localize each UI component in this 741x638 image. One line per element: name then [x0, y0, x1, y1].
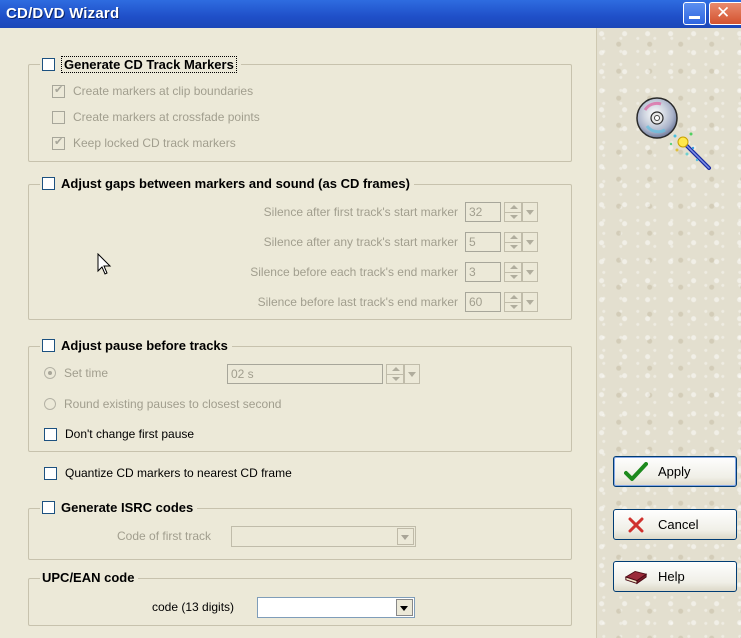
quantize-label: Quantize CD markers to nearest CD frame — [65, 466, 292, 480]
adjust-pause-label: Adjust pause before tracks — [61, 338, 228, 353]
close-icon: ✕ — [716, 3, 731, 23]
spin-arrows-icon[interactable] — [386, 364, 404, 384]
clip-boundaries-label: Create markers at clip boundaries — [73, 84, 254, 98]
first-track-code-label: Code of first track — [117, 529, 212, 543]
cancel-button[interactable]: Cancel — [613, 509, 737, 540]
spin-arrows-icon[interactable] — [504, 202, 522, 222]
checkmark-icon — [624, 461, 648, 482]
adjust-pause-checkbox[interactable] — [42, 339, 55, 352]
close-button[interactable]: ✕ — [709, 2, 741, 25]
set-time-option[interactable]: Set time — [44, 366, 108, 380]
x-icon — [624, 515, 648, 535]
upc-code-combo[interactable] — [257, 597, 415, 618]
cd-markers-legend: Generate CD Track Markers — [40, 56, 241, 73]
gap-row-label-3: Silence before each track's end marker — [250, 265, 458, 279]
apply-button[interactable]: Apply — [613, 456, 737, 487]
spin-arrows-icon[interactable] — [504, 292, 522, 312]
title-bar[interactable]: CD/DVD Wizard ✕ — [0, 0, 741, 28]
crossfade-points-checkbox[interactable] — [52, 110, 65, 124]
set-time-label: Set time — [64, 366, 109, 380]
gap-row-spinner-2[interactable]: 5 — [465, 232, 538, 252]
window-title: CD/DVD Wizard — [6, 5, 120, 22]
dont-change-first-pause-option[interactable]: Don't change first pause — [44, 427, 194, 441]
gap-row-label-2: Silence after any track's start marker — [263, 235, 458, 249]
gap-row-spinner-1[interactable]: 32 — [465, 202, 538, 222]
quantize-checkbox[interactable] — [44, 466, 57, 480]
generate-cd-markers-checkbox[interactable] — [42, 58, 55, 71]
generate-cd-markers-label: Generate CD Track Markers — [61, 56, 237, 73]
quantize-option[interactable]: Quantize CD markers to nearest CD frame — [44, 466, 292, 480]
set-time-radio[interactable] — [44, 367, 56, 379]
adjust-gaps-label: Adjust gaps between markers and sound (a… — [61, 176, 410, 191]
dont-change-first-pause-checkbox[interactable] — [44, 427, 57, 441]
gaps-legend: Adjust gaps between markers and sound (a… — [40, 176, 414, 191]
gap-row-label-1: Silence after first track's start marker — [263, 205, 458, 219]
gap-row-value-3[interactable]: 3 — [465, 262, 501, 282]
keep-locked-checkbox[interactable] — [52, 135, 65, 150]
crossfade-points-label: Create markers at crossfade points — [73, 110, 260, 124]
generate-isrc-checkbox[interactable] — [42, 501, 55, 514]
chevron-down-icon[interactable] — [522, 262, 538, 282]
chevron-down-icon[interactable] — [522, 232, 538, 252]
gap-row-value-4[interactable]: 60 — [465, 292, 501, 312]
chevron-down-icon[interactable] — [404, 364, 420, 384]
gap-row-spinner-3[interactable]: 3 — [465, 262, 538, 282]
chevron-down-icon[interactable] — [396, 599, 413, 616]
set-time-spinner[interactable]: 02 s — [227, 364, 420, 384]
spin-arrows-icon[interactable] — [504, 262, 522, 282]
minimize-button[interactable] — [683, 2, 706, 25]
round-pauses-label: Round existing pauses to closest second — [64, 397, 282, 411]
gap-row-spinner-4[interactable]: 60 — [465, 292, 538, 312]
chevron-down-icon[interactable] — [397, 528, 414, 545]
chevron-down-icon[interactable] — [522, 292, 538, 312]
cancel-label: Cancel — [658, 517, 699, 532]
crossfade-points-option[interactable]: Create markers at crossfade points — [52, 110, 260, 124]
first-track-code-combo[interactable] — [231, 526, 416, 547]
set-time-value[interactable]: 02 s — [227, 364, 383, 384]
pause-legend: Adjust pause before tracks — [40, 338, 232, 353]
round-pauses-radio[interactable] — [44, 398, 56, 410]
chevron-down-icon[interactable] — [522, 202, 538, 222]
clip-boundaries-checkbox[interactable] — [52, 83, 65, 98]
generate-isrc-label: Generate ISRC codes — [61, 500, 194, 515]
gap-row-value-1[interactable]: 32 — [465, 202, 501, 222]
keep-locked-option[interactable]: Keep locked CD track markers — [52, 135, 236, 150]
spin-arrows-icon[interactable] — [504, 232, 522, 252]
round-pauses-option[interactable]: Round existing pauses to closest second — [44, 397, 281, 411]
keep-locked-label: Keep locked CD track markers — [73, 136, 236, 150]
book-icon — [624, 567, 648, 587]
apply-label: Apply — [658, 464, 691, 479]
upc-label: UPC/EAN code — [42, 570, 135, 585]
upc-code-label: code (13 digits) — [152, 600, 235, 614]
help-label: Help — [658, 569, 685, 584]
gap-row-label-4: Silence before last track's end marker — [257, 295, 458, 309]
dont-change-first-pause-label: Don't change first pause — [65, 427, 195, 441]
minimize-icon — [689, 16, 700, 19]
clip-boundaries-option[interactable]: Create markers at clip boundaries — [52, 83, 254, 98]
isrc-legend: Generate ISRC codes — [40, 500, 198, 515]
upc-legend: UPC/EAN code — [40, 570, 139, 585]
adjust-gaps-checkbox[interactable] — [42, 177, 55, 190]
help-button[interactable]: Help — [613, 561, 737, 592]
gap-row-value-2[interactable]: 5 — [465, 232, 501, 252]
cd-wand-icon — [636, 97, 711, 170]
mouse-pointer-icon — [97, 253, 112, 275]
